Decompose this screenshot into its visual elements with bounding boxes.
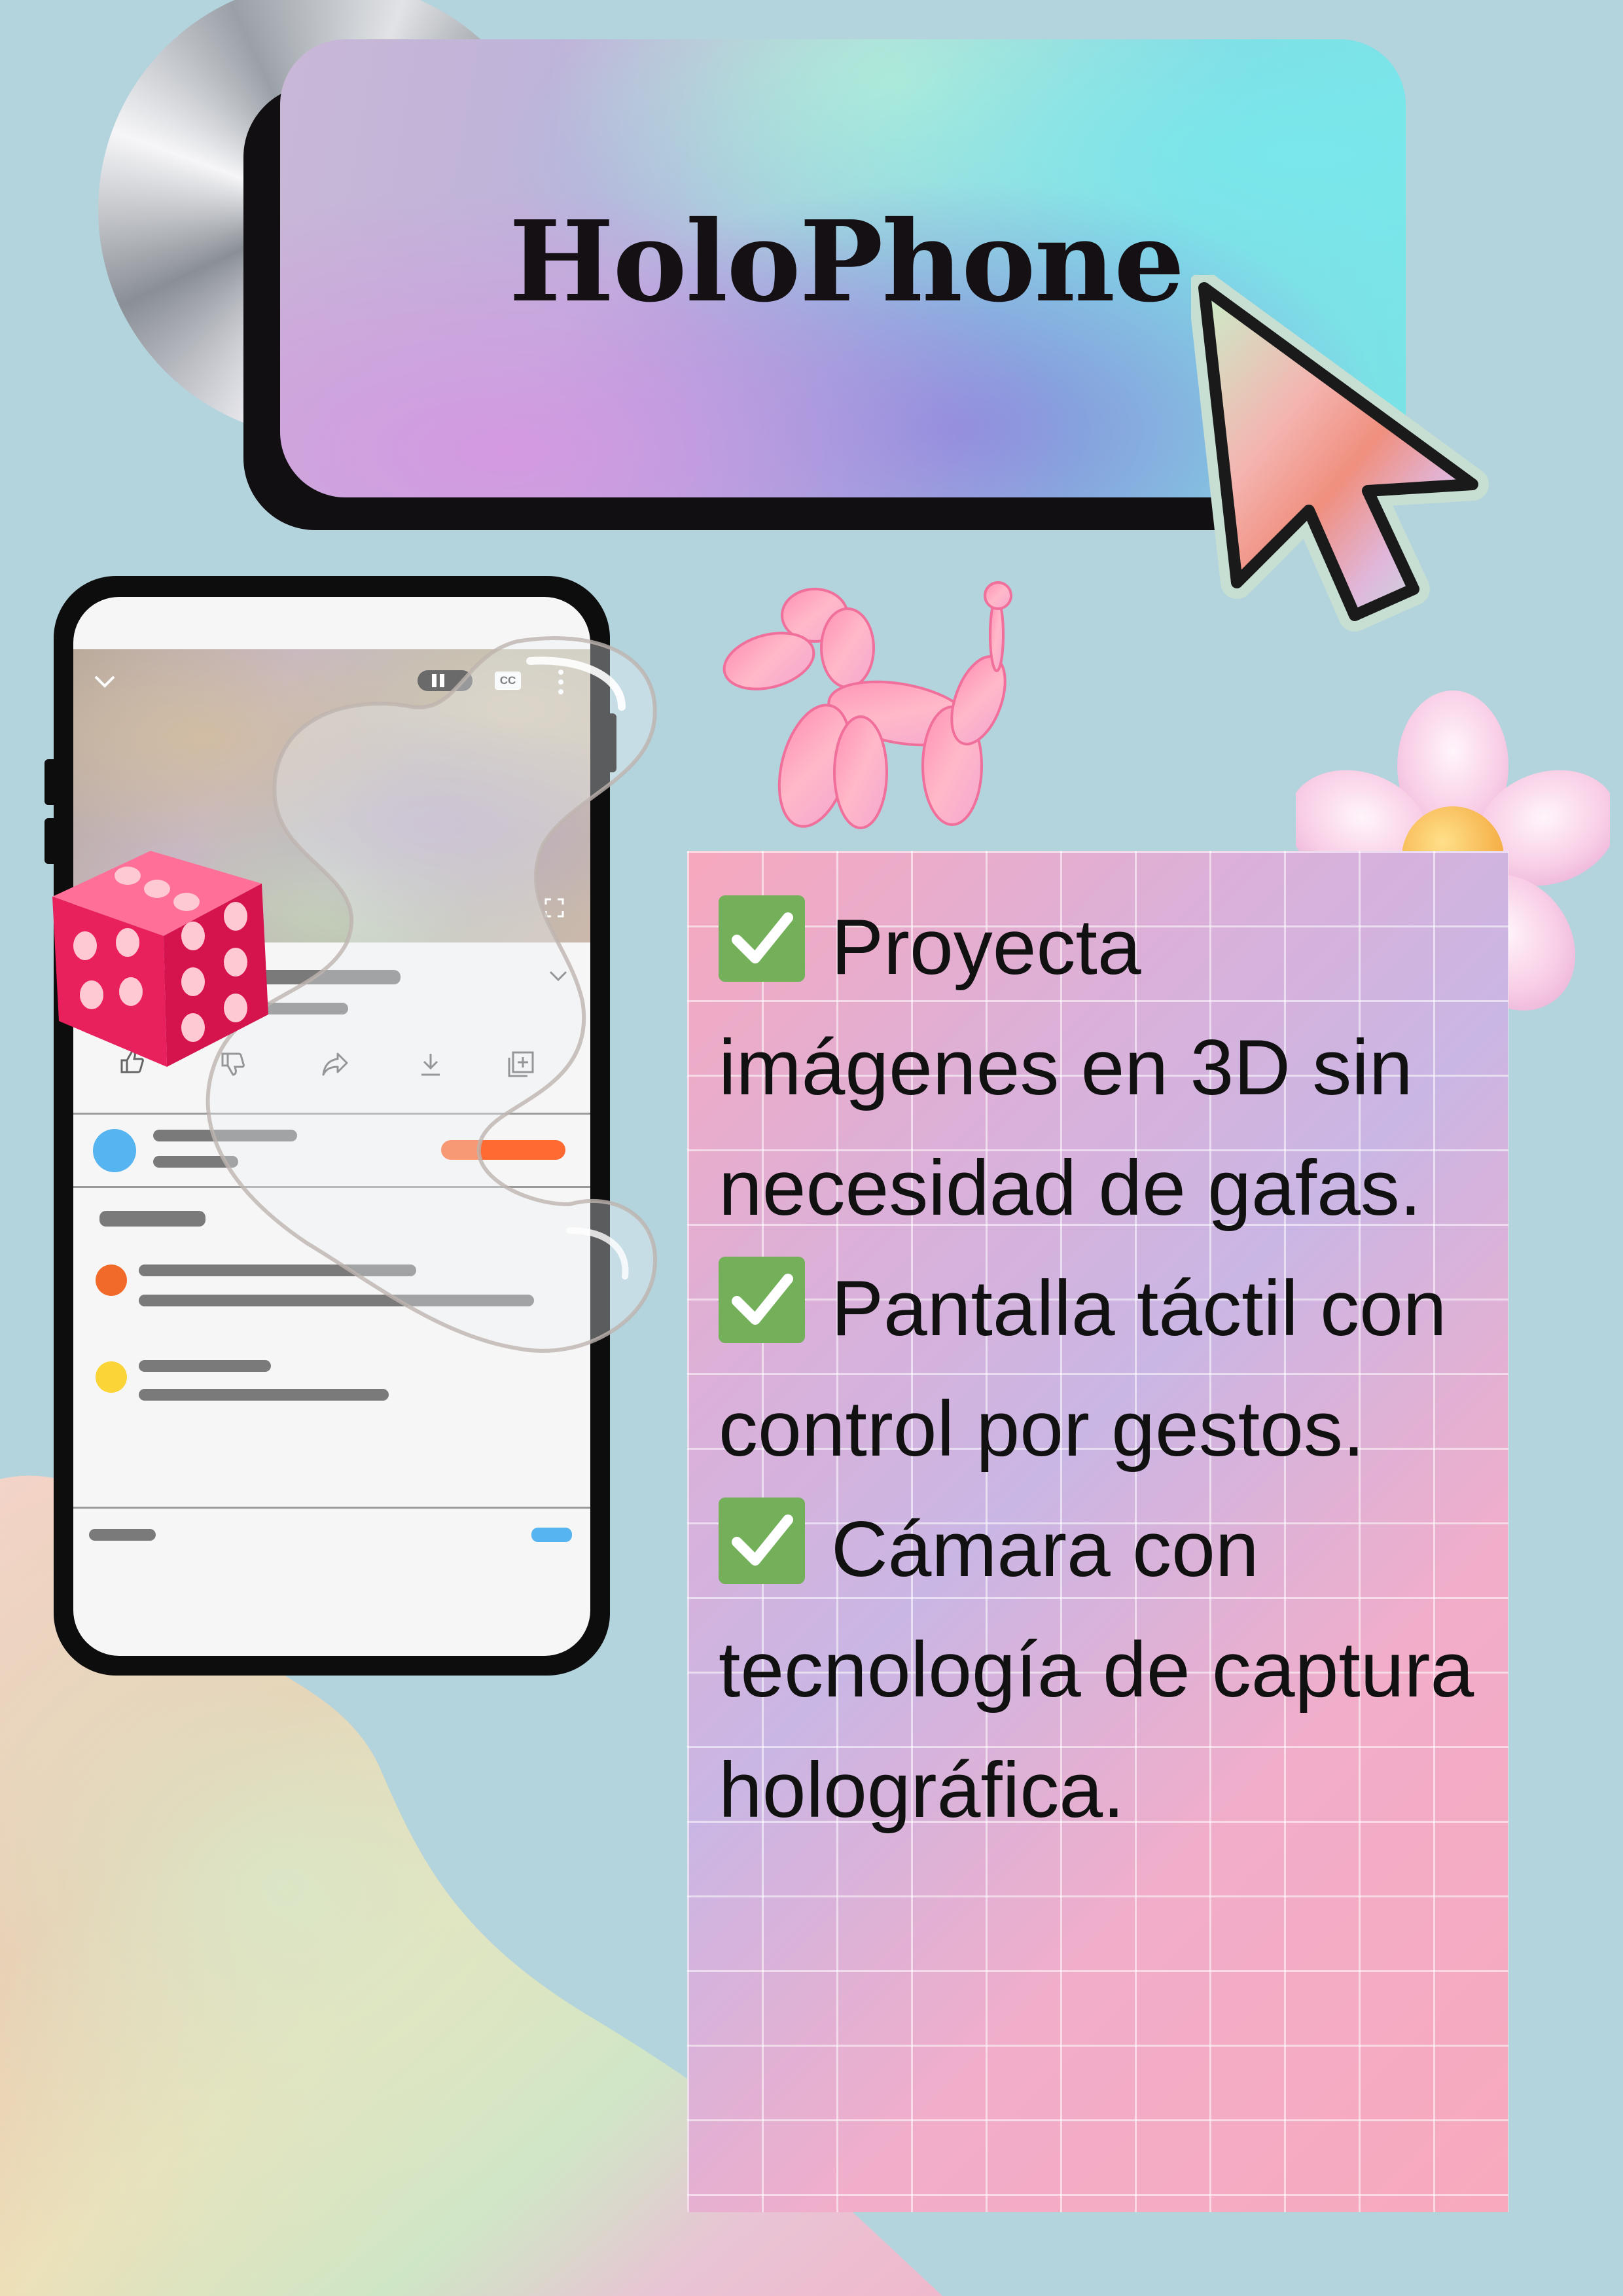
check-mark-icon [719,1498,805,1584]
feature-item: Cámara con tecnología de captura holográ… [719,1489,1484,1850]
feature-text: Proyecta imágenes en 3D sin necesidad de… [719,903,1422,1232]
cursor-arrow-icon [1191,275,1489,632]
autoplay-label-placeholder [89,1529,156,1541]
feature-text: Pantalla táctil con control por gestos. [719,1265,1447,1473]
autoplay-toggle[interactable] [531,1528,572,1542]
feature-text: Cámara con tecnología de captura holográ… [719,1505,1474,1834]
channel-avatar[interactable] [93,1129,136,1172]
feature-item: Pantalla táctil con control por gestos. [719,1248,1484,1489]
section-divider [73,1507,590,1509]
feature-item: Proyecta imágenes en 3D sin necesidad de… [719,887,1484,1248]
comment-avatar [96,1265,127,1296]
features-panel: Proyecta imágenes en 3D sin necesidad de… [687,851,1508,2212]
check-mark-icon [719,1257,805,1343]
check-mark-icon [719,895,805,982]
pink-dice-decoration [52,851,268,1067]
balloon-dog-decoration [722,581,1012,829]
feature-list: Proyecta imágenes en 3D sin necesidad de… [719,887,1484,1850]
chevron-down-icon[interactable] [93,674,116,690]
comment-avatar [96,1361,127,1393]
product-title: HoloPhone [508,196,1185,327]
